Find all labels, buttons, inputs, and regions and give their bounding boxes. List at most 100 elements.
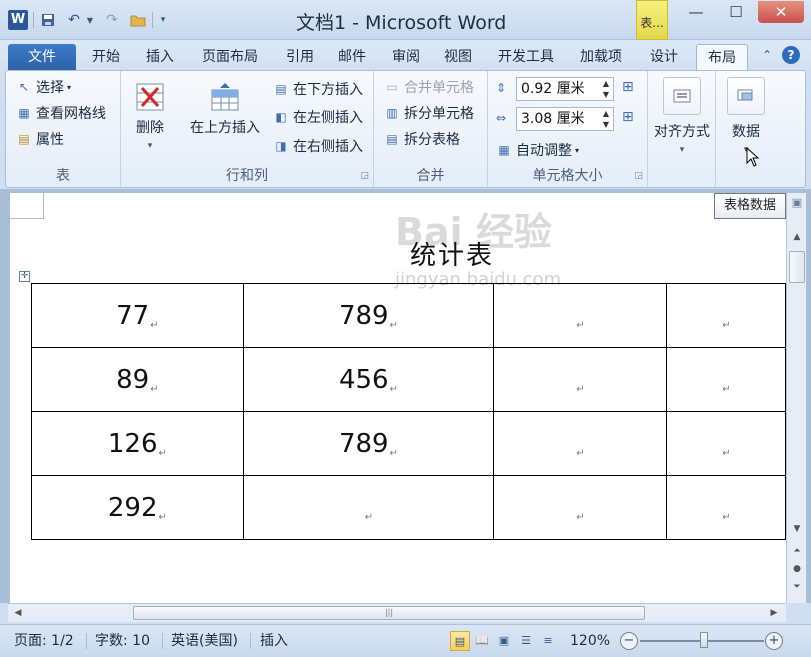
tab-add-ins[interactable]: 加载项 [570, 44, 632, 70]
close-button[interactable]: ✕ [758, 1, 804, 23]
web-layout-icon[interactable]: ▣ [494, 631, 514, 651]
help-icon[interactable]: ? [782, 46, 800, 64]
alignment-icon [663, 77, 701, 115]
tab-insert[interactable]: 插入 [138, 44, 182, 70]
insert-mode-indicator[interactable]: 插入 [260, 631, 288, 651]
data-button[interactable]: 数据 ▾ [718, 77, 774, 155]
tab-layout[interactable]: 布局 [696, 44, 748, 70]
scroll-right-icon[interactable]: ▶ [766, 605, 782, 621]
cell-size-launcher-icon[interactable]: ◲ [634, 171, 643, 181]
page-indicator[interactable]: 页面: 1/2 [14, 631, 74, 651]
scroll-up-icon[interactable]: ▲ [789, 229, 805, 245]
table-cell[interactable]: 292↵ [31, 475, 244, 540]
row-height-field[interactable]: 0.92 厘米 ▲ ▼ [516, 77, 614, 101]
table-cell[interactable]: 77↵ [31, 283, 244, 348]
minimize-button[interactable]: — [676, 1, 716, 23]
zoom-slider-thumb[interactable] [700, 632, 708, 648]
table-cell[interactable]: 126↵ [31, 411, 244, 476]
tab-page-layout[interactable]: 页面布局 [192, 44, 268, 70]
zoom-level[interactable]: 120% [570, 631, 610, 651]
table-cell[interactable]: 89↵ [31, 347, 244, 412]
full-screen-reading-icon[interactable]: 📖 [472, 631, 492, 651]
next-page-icon[interactable]: ⏷ [789, 579, 805, 595]
table-row: 292↵ ↵ ↵ ↵ [31, 475, 786, 540]
view-gridlines-button[interactable]: ▦ 查看网格线 [16, 102, 106, 124]
open-folder-icon[interactable] [128, 10, 148, 30]
column-width-icon: ⇔ [496, 111, 507, 125]
undo-icon[interactable]: ↶ [64, 10, 84, 30]
minimize-ribbon-icon[interactable]: ⌃ [758, 46, 776, 64]
insert-left-button[interactable]: ◧ 在左侧插入 [273, 106, 363, 128]
insert-above-button[interactable]: 在上方插入 [185, 81, 265, 137]
table-move-handle-icon[interactable]: ✛ [19, 271, 30, 282]
table-cell[interactable]: ↵ [493, 347, 667, 412]
insert-right-button[interactable]: ◨ 在右侧插入 [273, 135, 363, 157]
column-width-field[interactable]: 3.08 厘米 ▲ ▼ [516, 107, 614, 131]
ruler-toggle-icon[interactable]: ▣ [789, 195, 805, 211]
insert-below-button[interactable]: ▤ 在下方插入 [273, 78, 363, 100]
tab-file[interactable]: 文件 [8, 44, 76, 70]
statistics-table[interactable]: 77↵ 789↵ ↵ ↵ 89↵ 456↵ ↵ ↵ 126↵ 789↵ ↵ ↵ 292↵ ↵ ↵ ↵ [31, 283, 786, 540]
redo-icon[interactable]: ↷ [102, 10, 122, 30]
cursor-icon: ↖ [18, 80, 30, 94]
table-cell[interactable]: ↵ [493, 411, 667, 476]
zoom-out-button[interactable]: − [620, 632, 638, 650]
tab-developer[interactable]: 开发工具 [490, 44, 562, 70]
dropdown-arrow-icon: ▾ [575, 145, 580, 155]
word-app-icon[interactable]: W [8, 10, 28, 30]
table-cell[interactable]: ↵ [493, 475, 667, 540]
alignment-button[interactable]: 对齐方式 ▾ [650, 77, 714, 155]
mouse-pointer-icon [746, 147, 760, 167]
maximize-button[interactable]: ☐ [716, 1, 756, 23]
scroll-down-icon[interactable]: ▼ [789, 521, 805, 537]
horizontal-scroll-thumb[interactable]: ||| [133, 606, 645, 620]
spin-arrows-icon[interactable]: ▲ ▼ [599, 78, 613, 100]
cell-end-mark-icon: ↵ [389, 383, 398, 395]
distribute-rows-icon[interactable]: ⊞ [622, 79, 634, 95]
vertical-scrollbar[interactable]: ▣ ▲ ▼ ⏶ ● ⏷ [786, 193, 806, 603]
table-cell[interactable]: 456↵ [242, 347, 495, 412]
tab-home[interactable]: 开始 [84, 44, 128, 70]
table-cell[interactable]: ↵ [242, 475, 495, 540]
merge-cells-button[interactable]: ▭ 合并单元格 [384, 76, 474, 98]
language-indicator[interactable]: 英语(美国) [171, 631, 238, 651]
autofit-icon: ▦ [498, 143, 510, 157]
spin-arrows-icon[interactable]: ▲ ▼ [599, 108, 613, 130]
document-title: 统计表 [410, 241, 495, 271]
tab-view[interactable]: 视图 [436, 44, 480, 70]
draft-view-icon[interactable]: ≡ [538, 631, 558, 651]
customize-qat-icon[interactable]: ▾ [156, 10, 170, 30]
tab-design[interactable]: 设计 [640, 44, 688, 70]
document-page[interactable]: Bai 经验 统计表 jingyan.baidu.com ✛ 77↵ 789↵ ↵ ↵… [10, 193, 786, 603]
print-layout-view-icon[interactable]: ▤ [450, 631, 470, 651]
tab-references[interactable]: 引用 [278, 44, 322, 70]
table-cell[interactable]: ↵ [665, 475, 786, 540]
table-cell[interactable]: 789↵ [242, 283, 495, 348]
horizontal-scrollbar[interactable]: ◀ ||| ▶ [8, 603, 786, 622]
split-table-button[interactable]: ▤ 拆分表格 [384, 128, 460, 150]
outline-view-icon[interactable]: ☰ [516, 631, 536, 651]
table-cell[interactable]: ↵ [665, 347, 786, 412]
zoom-in-button[interactable]: + [765, 632, 783, 650]
vertical-scroll-thumb[interactable] [789, 251, 805, 283]
properties-button[interactable]: ▤ 属性 [16, 128, 64, 150]
cell-end-mark-icon: ↵ [158, 511, 167, 523]
table-cell[interactable]: ↵ [493, 283, 667, 348]
distribute-columns-icon[interactable]: ⊞ [622, 109, 634, 125]
delete-button[interactable]: 删除 ▾ [127, 81, 173, 151]
tab-mailings[interactable]: 邮件 [330, 44, 374, 70]
autofit-button[interactable]: ▦ 自动调整 ▾ [496, 139, 579, 161]
table-cell[interactable]: ↵ [665, 283, 786, 348]
scroll-left-icon[interactable]: ◀ [10, 605, 26, 621]
save-icon[interactable] [38, 10, 58, 30]
table-cell[interactable]: 789↵ [242, 411, 495, 476]
tab-review[interactable]: 审阅 [384, 44, 428, 70]
rows-columns-launcher-icon[interactable]: ◲ [360, 171, 369, 181]
split-cells-button[interactable]: ▥ 拆分单元格 [384, 102, 474, 124]
table-cell[interactable]: ↵ [665, 411, 786, 476]
select-browse-object-icon[interactable]: ● [789, 561, 805, 577]
select-button[interactable]: ↖ 选择 ▾ [16, 76, 71, 98]
previous-page-icon[interactable]: ⏶ [789, 543, 805, 559]
word-count[interactable]: 字数: 10 [95, 631, 150, 651]
undo-dropdown-icon[interactable]: ▼ [84, 10, 96, 30]
